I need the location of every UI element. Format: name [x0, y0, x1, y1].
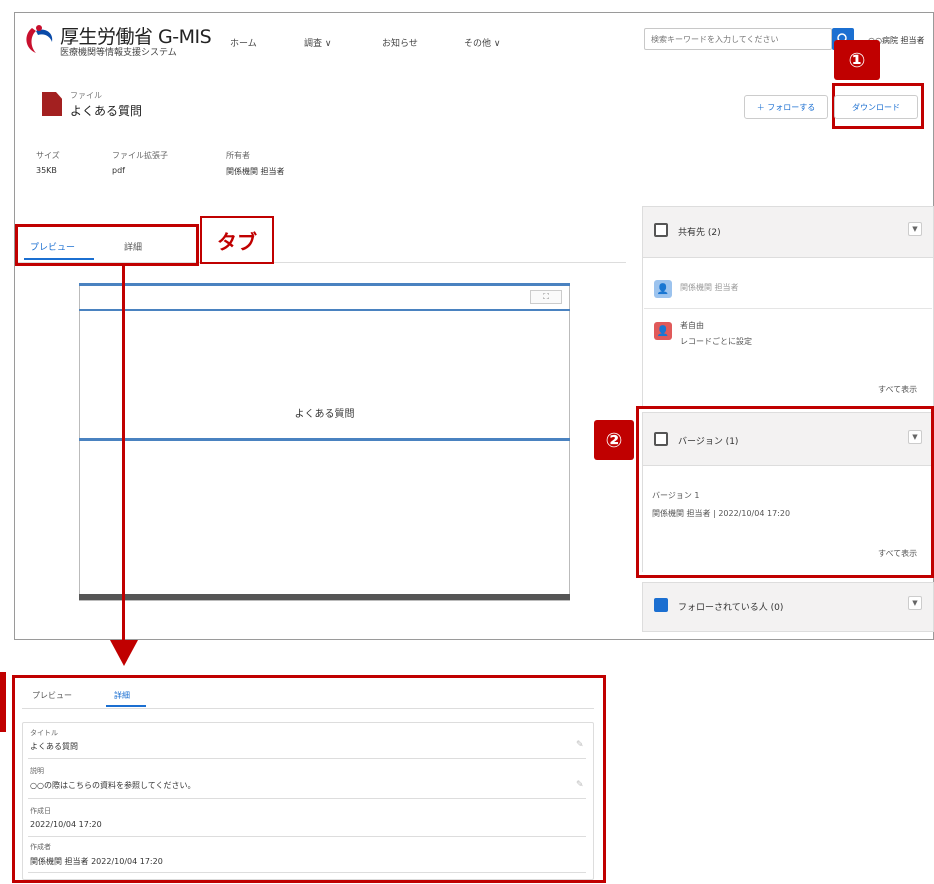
callout-side-marker	[0, 672, 6, 732]
field-separator	[28, 872, 586, 873]
field-created-date-label: 作成日	[30, 807, 51, 815]
edit-pencil-icon[interactable]: ✎	[576, 780, 584, 790]
edit-pencil-icon[interactable]: ✎	[576, 740, 584, 750]
preview-mid-line	[79, 438, 570, 441]
file-type-label: ファイル	[70, 91, 102, 100]
meta-ext-label: ファイル拡張子	[112, 151, 168, 160]
preview-title: よくある質問	[294, 409, 355, 420]
callout-version-highlight	[636, 406, 934, 578]
chevron-down-icon[interactable]: ▼	[908, 596, 922, 610]
followers-icon	[654, 598, 668, 612]
share-row-1-name[interactable]: 関係機関 担当者	[680, 282, 739, 293]
share-divider	[644, 308, 932, 309]
preview-header-line	[79, 309, 570, 311]
nav-home[interactable]: ホーム	[230, 36, 257, 49]
callout-arrow-line	[122, 265, 125, 645]
nav-notices[interactable]: お知らせ	[382, 36, 418, 49]
nav-survey[interactable]: 調査 ∨	[304, 36, 331, 49]
followers-panel-title: フォローされている人 (0)	[678, 603, 784, 613]
share-icon	[654, 223, 668, 237]
field-separator	[28, 798, 586, 799]
mhlw-logo-icon	[26, 25, 53, 53]
meta-owner-label: 所有者	[226, 151, 250, 160]
field-title-label: タイトル	[30, 729, 58, 737]
user-avatar-icon: 👤	[654, 280, 672, 298]
nav-other[interactable]: その他 ∨	[464, 36, 500, 49]
share-row-2-name[interactable]: 者自由	[680, 320, 704, 331]
share-show-all-link[interactable]: すべて表示	[878, 384, 917, 395]
preview-top-line	[79, 283, 570, 286]
meta-ext-value: pdf	[112, 166, 125, 175]
field-creator-value[interactable]: 関係機関 担当者 2022/10/04 17:20	[30, 856, 163, 867]
file-name: よくある質問	[70, 104, 143, 118]
callout-arrow-head	[110, 640, 138, 666]
detail-tab-divider	[22, 708, 594, 709]
search-input[interactable]	[644, 28, 832, 50]
detail-tab-detail[interactable]: 詳細	[114, 690, 130, 701]
meta-size-label: サイズ	[36, 151, 60, 160]
expand-icon[interactable]: ⛶	[530, 290, 562, 304]
download-button[interactable]: ダウンロード	[834, 95, 918, 119]
chevron-down-icon[interactable]: ▼	[908, 222, 922, 236]
callout-badge-1: ①	[834, 40, 880, 80]
field-description-value: ○○の際はこちらの資料を参照してください。	[30, 781, 196, 790]
share-row-2-sub: レコードごとに設定	[680, 337, 752, 346]
meta-size-value: 35KB	[36, 166, 57, 175]
callout-badge-2: ②	[594, 420, 634, 460]
field-title-value: よくある質問	[30, 742, 78, 751]
record-avatar-icon: 👤	[654, 322, 672, 340]
detail-tab-indicator	[106, 705, 146, 707]
preview-bottom-bar	[79, 594, 570, 600]
field-creator-label: 作成者	[30, 843, 51, 851]
field-description-label: 説明	[30, 767, 44, 775]
detail-tab-preview[interactable]: プレビュー	[32, 690, 72, 701]
callout-tabs-highlight	[15, 224, 199, 266]
meta-owner-value[interactable]: 関係機関 担当者	[226, 166, 285, 177]
field-separator	[28, 758, 586, 759]
follow-button[interactable]: ＋ フォローする	[744, 95, 828, 119]
field-created-date-value: 2022/10/04 17:20	[30, 820, 102, 829]
share-panel-title: 共有先 (2)	[678, 228, 721, 238]
file-preview	[79, 283, 570, 601]
logo-subtitle: 医療機関等情報支援システム	[60, 48, 177, 58]
callout-tab-label: タブ	[200, 216, 274, 264]
field-separator	[28, 836, 586, 837]
pdf-file-icon	[42, 92, 62, 116]
